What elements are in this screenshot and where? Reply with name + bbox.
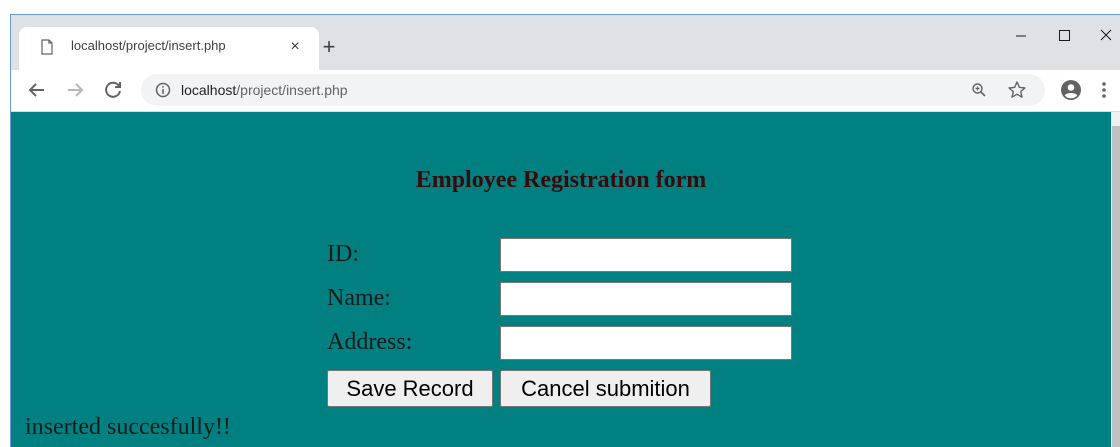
arrow-right-icon bbox=[68, 83, 84, 97]
tab-title: localhost/project/insert.php bbox=[71, 38, 226, 53]
browser-window: localhost/project/insert.php × + localho bbox=[10, 14, 1120, 447]
scrollbar-thumb[interactable] bbox=[1112, 126, 1120, 447]
tab-close-icon[interactable]: × bbox=[287, 38, 303, 56]
close-window-button[interactable] bbox=[1086, 19, 1120, 51]
minimize-icon bbox=[1016, 35, 1026, 37]
page-icon bbox=[40, 39, 54, 55]
cancel-submission-button[interactable]: Cancel submition bbox=[500, 370, 711, 407]
profile-icon[interactable] bbox=[1060, 79, 1082, 101]
forward-button[interactable] bbox=[63, 78, 87, 102]
id-field[interactable] bbox=[500, 238, 792, 272]
new-tab-button[interactable]: + bbox=[317, 36, 341, 60]
reload-icon bbox=[105, 81, 121, 98]
address-field[interactable] bbox=[500, 326, 792, 360]
url-host: localhost bbox=[181, 82, 237, 98]
address-label: Address: bbox=[327, 329, 413, 355]
id-label: ID: bbox=[327, 241, 359, 267]
info-icon[interactable] bbox=[155, 82, 171, 98]
url-text[interactable]: localhost/project/insert.php bbox=[181, 81, 348, 99]
name-label: Name: bbox=[327, 285, 391, 311]
arrow-left-icon bbox=[28, 83, 44, 97]
page-title: Employee Registration form bbox=[415, 167, 707, 193]
more-vert-icon[interactable] bbox=[1100, 80, 1108, 100]
minimize-button[interactable] bbox=[1001, 19, 1041, 51]
zoom-icon[interactable] bbox=[971, 82, 987, 98]
page-viewport: Employee Registration form ID: Name: Add… bbox=[11, 112, 1120, 447]
vertical-scrollbar[interactable] bbox=[1111, 112, 1120, 447]
status-message: inserted succesfully!! bbox=[25, 414, 231, 440]
star-icon[interactable] bbox=[1007, 80, 1027, 100]
tab-strip: localhost/project/insert.php × + bbox=[11, 15, 1120, 70]
back-button[interactable] bbox=[25, 78, 49, 102]
close-icon bbox=[1100, 29, 1112, 41]
tab-active[interactable]: localhost/project/insert.php × bbox=[19, 27, 319, 70]
reload-button[interactable] bbox=[101, 78, 125, 102]
url-path: /project/insert.php bbox=[236, 82, 348, 98]
name-field[interactable] bbox=[500, 282, 792, 316]
save-record-button[interactable]: Save Record bbox=[327, 370, 493, 407]
browser-toolbar: localhost/project/insert.php bbox=[11, 70, 1120, 112]
address-bar[interactable]: localhost/project/insert.php bbox=[141, 74, 1045, 106]
maximize-button[interactable] bbox=[1044, 19, 1084, 51]
maximize-icon bbox=[1059, 30, 1070, 41]
